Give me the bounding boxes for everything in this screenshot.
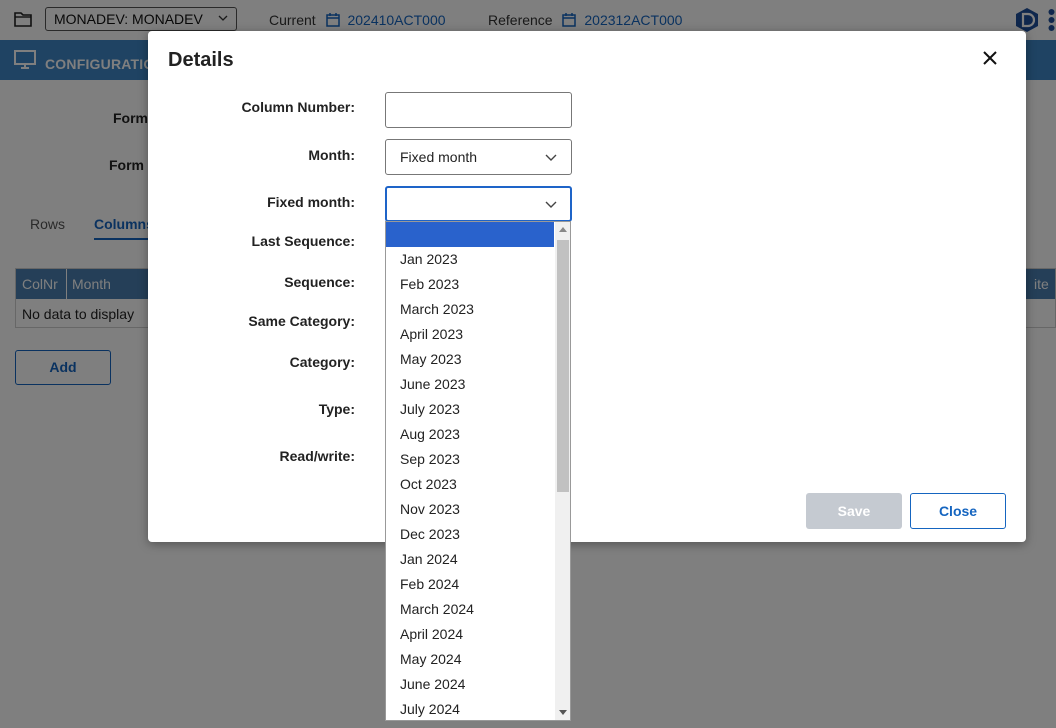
sequence-label: Sequence: [284,274,355,290]
read-write-label: Read/write: [279,448,355,464]
dropdown-scrollbar[interactable] [555,222,570,720]
fixed-month-option[interactable]: March 2023 [386,297,554,322]
fixed-month-option[interactable]: April 2024 [386,622,554,647]
chevron-down-icon [545,154,557,161]
fixed-month-option[interactable]: Jan 2024 [386,547,554,572]
fixed-month-option[interactable]: Feb 2023 [386,272,554,297]
fixed-month-options-list[interactable]: July 2024 June 2024 May 2024 April 2024 Marc… [385,221,571,721]
fixed-month-option[interactable]: May 2024 [386,647,554,672]
month-label: Month: [308,147,355,163]
month-select[interactable]: Fixed month [385,139,572,175]
scroll-up-icon[interactable] [559,226,567,232]
fixed-month-option[interactable]: July 2023 [386,397,554,422]
category-label: Category: [289,354,355,370]
fixed-month-option[interactable]: April 2023 [386,322,554,347]
fixed-month-option[interactable]: Dec 2023 [386,522,554,547]
fixed-month-option[interactable]: Feb 2024 [386,572,554,597]
dialog-title: Details [168,49,234,71]
fixed-month-option[interactable]: May 2023 [386,347,554,372]
fixed-month-option[interactable]: Oct 2023 [386,472,554,497]
same-category-label: Same Category: [248,313,355,329]
fixed-month-option[interactable]: July 2024 [386,697,554,720]
fixed-month-option[interactable]: Sep 2023 [386,447,554,472]
fixed-month-option[interactable]: June 2024 [386,672,554,697]
fixed-month-option[interactable]: Jan 2023 [386,247,554,272]
month-select-value: Fixed month [400,149,478,165]
close-button[interactable]: Close [910,493,1006,529]
type-label: Type: [318,401,355,417]
fixed-month-option[interactable]: Aug 2023 [386,422,554,447]
fixed-month-label: Fixed month: [267,194,355,210]
last-sequence-label: Last Sequence: [251,233,355,249]
fixed-month-option[interactable]: March 2024 [386,597,554,622]
details-dialog: Details Column Number: Month: Fixed mont… [148,31,1026,542]
scroll-down-icon[interactable] [559,710,567,716]
fixed-month-select[interactable] [385,186,572,222]
close-icon[interactable] [983,51,997,65]
chevron-down-icon [545,201,557,208]
fixed-month-option[interactable] [386,222,554,247]
column-number-input[interactable] [385,92,572,128]
fixed-month-option[interactable]: June 2023 [386,372,554,397]
scrollbar-thumb[interactable] [557,240,569,492]
fixed-month-option[interactable]: Nov 2023 [386,497,554,522]
save-button[interactable]: Save [806,493,902,529]
column-number-label: Column Number: [241,99,355,115]
